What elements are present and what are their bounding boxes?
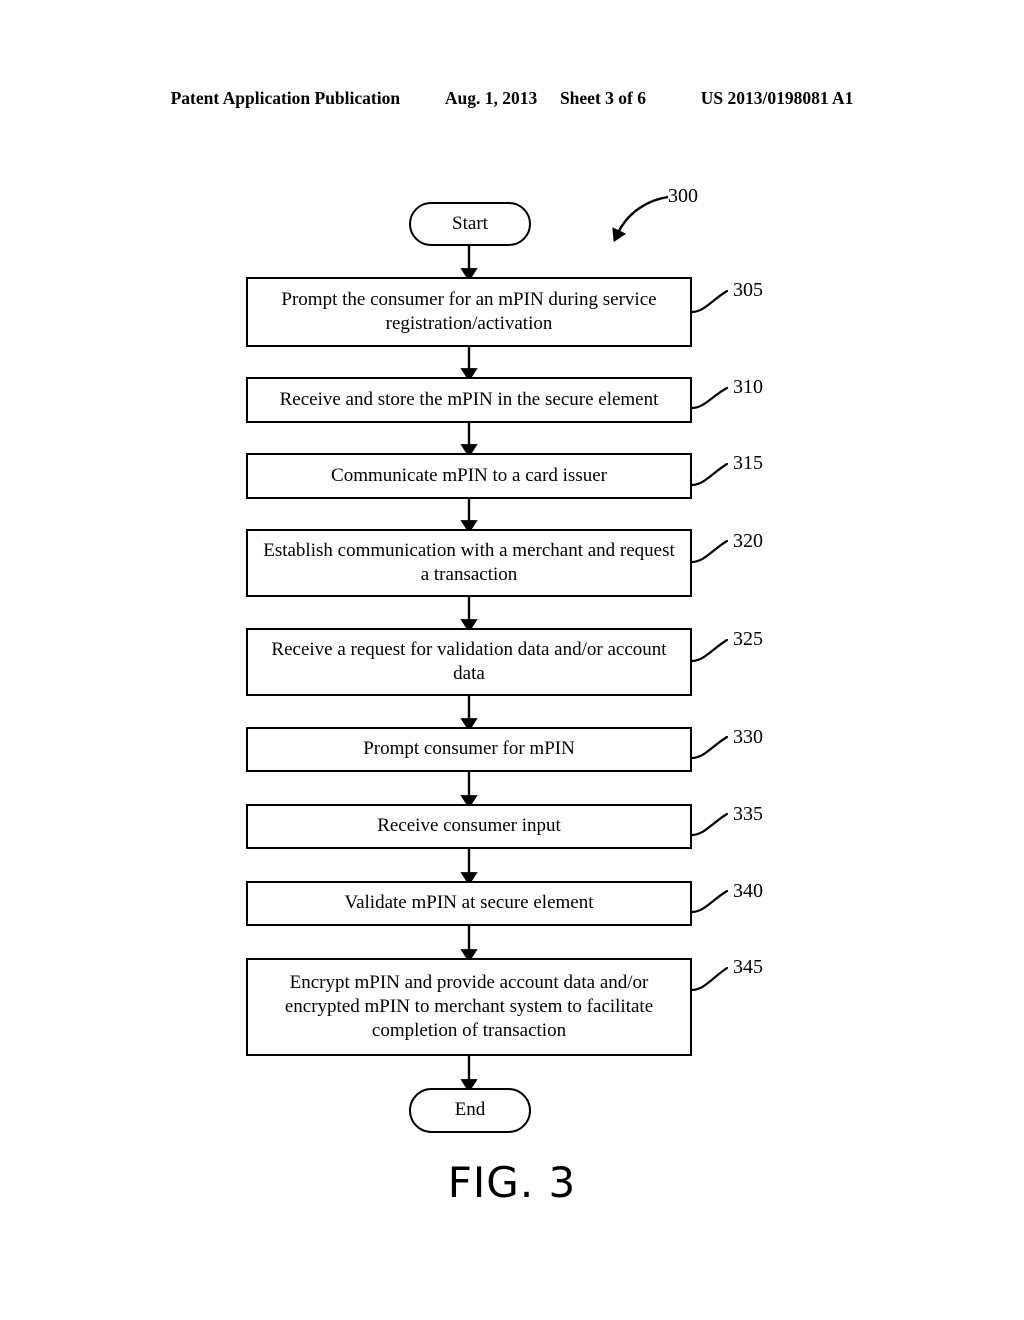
flow-node-345[interactable]: Encrypt mPIN and provide account data an…	[246, 958, 692, 1056]
flow-node-320-label: Establish communication with a merchant …	[263, 539, 675, 585]
flow-node-310-label: Receive and store the mPIN in the secure…	[279, 388, 659, 410]
flow-node-315[interactable]: Communicate mPIN to a card issuer	[246, 453, 692, 499]
leader-line-330	[690, 735, 729, 760]
ref-numeral-345: 345	[733, 956, 763, 978]
flow-node-320[interactable]: Establish communication with a merchant …	[246, 529, 692, 597]
flow-node-325-label: Receive a request for validation data an…	[271, 638, 667, 684]
leader-line-325	[690, 638, 729, 663]
flow-node-330[interactable]: Prompt consumer for mPIN	[246, 727, 692, 772]
flow-node-start[interactable]: Start	[409, 202, 531, 246]
flow-node-305[interactable]: Prompt the consumer for an mPIN during s…	[246, 277, 692, 347]
ref-numeral-310: 310	[733, 376, 763, 398]
leader-line-315	[690, 462, 729, 487]
leader-line-335	[690, 812, 729, 837]
figure-caption: FIG. 3	[447, 1158, 577, 1207]
flow-node-305-label: Prompt the consumer for an mPIN during s…	[281, 288, 657, 334]
flow-node-330-label: Prompt consumer for mPIN	[363, 738, 575, 760]
flow-node-start-label: Start	[452, 212, 488, 234]
leader-line-320	[690, 539, 729, 564]
flow-node-340-label: Validate mPIN at secure element	[344, 892, 594, 914]
leader-line-305	[690, 289, 729, 314]
leader-line-310	[690, 386, 729, 410]
leader-line-340	[690, 889, 729, 914]
flow-node-end[interactable]: End	[409, 1088, 531, 1133]
ref-numeral-340: 340	[733, 880, 763, 902]
flow-node-335-label: Receive consumer input	[377, 815, 561, 837]
flow-node-310[interactable]: Receive and store the mPIN in the secure…	[246, 377, 692, 423]
flow-node-340[interactable]: Validate mPIN at secure element	[246, 881, 692, 926]
ref-numeral-305: 305	[733, 279, 763, 301]
ref-numeral-315: 315	[733, 452, 763, 474]
ref-numeral-335: 335	[733, 803, 763, 825]
ref-numeral-325: 325	[733, 628, 763, 650]
flow-node-325[interactable]: Receive a request for validation data an…	[246, 628, 692, 696]
ref-numeral-300: 300	[668, 185, 698, 207]
ref-numeral-330: 330	[733, 726, 763, 748]
diagram-ref-arrow	[612, 195, 669, 243]
flow-node-345-label: Encrypt mPIN and provide account data an…	[284, 971, 654, 1042]
flow-node-335[interactable]: Receive consumer input	[246, 804, 692, 849]
flow-node-end-label: End	[454, 1099, 486, 1121]
flow-node-315-label: Communicate mPIN to a card issuer	[331, 464, 607, 486]
leader-line-345	[690, 966, 729, 992]
ref-numeral-320: 320	[733, 530, 763, 552]
